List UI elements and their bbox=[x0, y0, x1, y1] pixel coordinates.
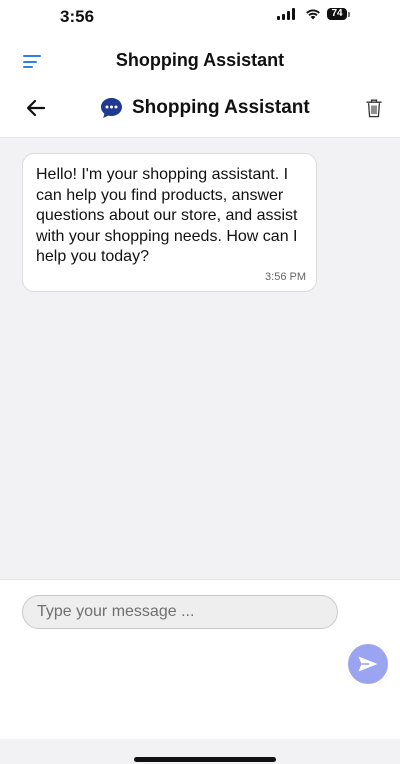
chat-header: Shopping Assistant bbox=[0, 82, 400, 138]
message-input[interactable] bbox=[22, 595, 338, 629]
delete-chat-button[interactable] bbox=[366, 99, 382, 123]
chat-title: Shopping Assistant bbox=[132, 97, 310, 118]
chat-messages-area[interactable]: Hello! I'm your shopping assistant. I ca… bbox=[0, 138, 400, 579]
signal-icon bbox=[277, 8, 299, 20]
chat-bubble-icon bbox=[101, 98, 122, 118]
battery-icon: 74 bbox=[327, 8, 350, 20]
battery-level: 74 bbox=[327, 8, 347, 20]
back-button[interactable] bbox=[26, 99, 46, 122]
arrow-left-icon bbox=[26, 99, 46, 117]
trash-icon bbox=[366, 99, 382, 118]
assistant-message-bubble: Hello! I'm your shopping assistant. I ca… bbox=[22, 153, 317, 292]
home-indicator[interactable] bbox=[134, 757, 276, 762]
status-bar: 3:56 74 bbox=[0, 0, 400, 40]
bottom-safe-area bbox=[0, 739, 400, 764]
send-icon bbox=[358, 656, 378, 672]
status-time: 3:56 bbox=[60, 7, 95, 26]
app-title: Shopping Assistant bbox=[115, 50, 285, 70]
message-text: Hello! I'm your shopping assistant. I ca… bbox=[36, 166, 298, 265]
status-icons: 74 bbox=[277, 8, 350, 20]
message-timestamp: 3:56 PM bbox=[265, 270, 306, 283]
wifi-icon bbox=[305, 8, 321, 20]
message-composer bbox=[0, 579, 400, 740]
send-button[interactable] bbox=[348, 644, 388, 684]
app-header: Shopping Assistant bbox=[0, 40, 400, 83]
chat-title-group: Shopping Assistant bbox=[100, 97, 310, 119]
